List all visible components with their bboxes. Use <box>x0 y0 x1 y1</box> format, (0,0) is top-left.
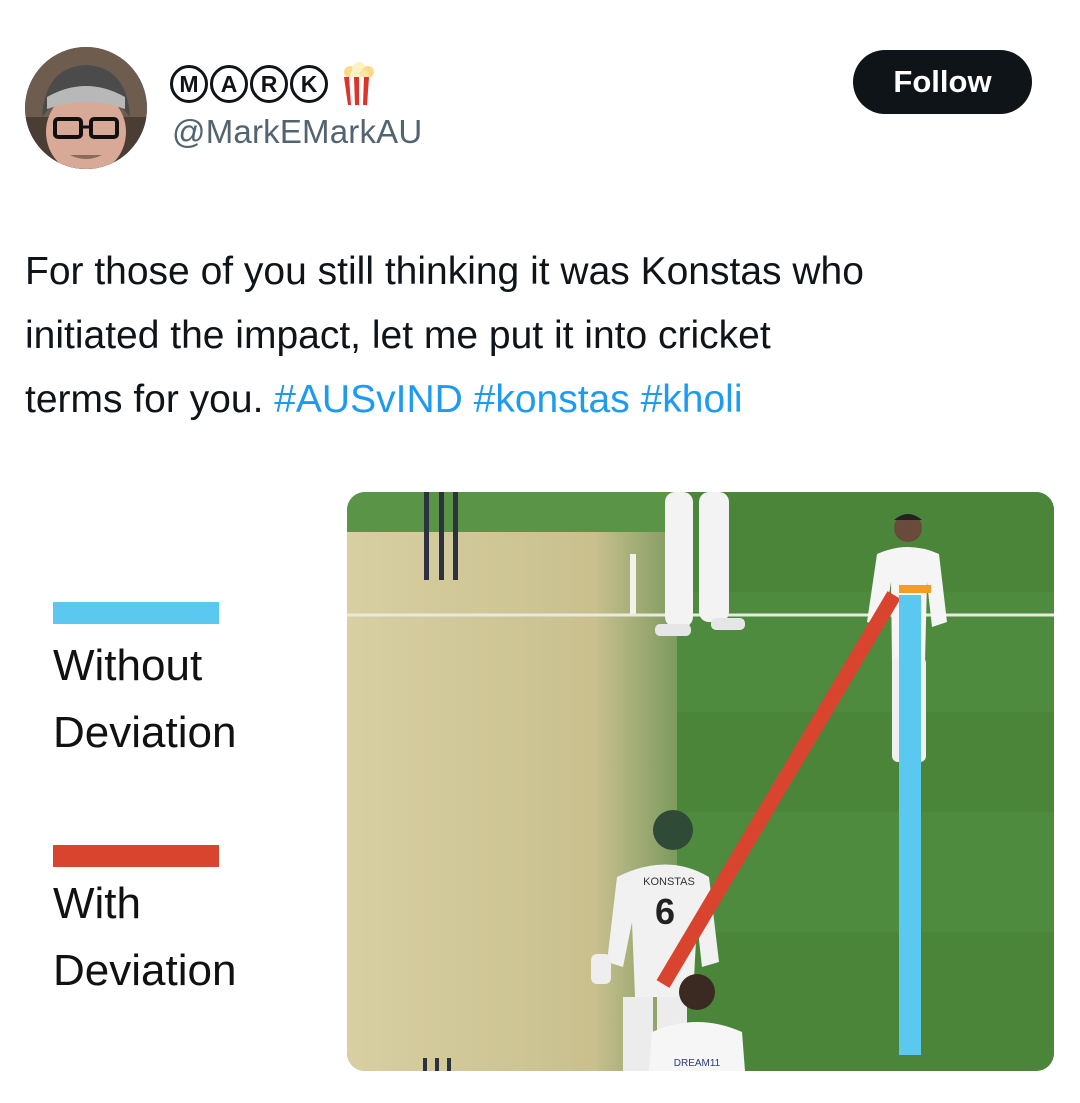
legend-with-label-2: Deviation <box>53 946 237 995</box>
avatar-photo <box>25 47 147 169</box>
name-letter: M <box>170 65 208 103</box>
hashtag-ausvind[interactable]: #AUSvIND <box>274 378 463 421</box>
cricket-field-image: KONSTAS 6 DREAM11 <box>347 492 1054 1071</box>
author-handle[interactable]: @MarkEMarkAU <box>172 113 422 151</box>
author-name-letters: M A R K <box>170 65 328 103</box>
hashtag-konstas[interactable]: #konstas <box>474 378 630 421</box>
sponsor-text: DREAM11 <box>674 1058 721 1069</box>
legend-without-label-1: Without <box>53 641 203 690</box>
player-name-text: KONSTAS <box>643 876 695 888</box>
legend-without-swatch <box>53 602 219 624</box>
author-display-name[interactable]: M A R K <box>170 62 378 106</box>
name-letter: R <box>250 65 288 103</box>
follow-button[interactable]: Follow <box>853 50 1032 114</box>
player-number-text: 6 <box>655 891 675 932</box>
tweet-line: initiated the impact, let me put it into… <box>25 314 771 357</box>
tweet-media-image[interactable]: KONSTAS 6 DREAM11 <box>347 492 1054 1071</box>
popcorn-icon <box>344 62 374 105</box>
without-deviation-line <box>899 595 921 1055</box>
legend-with-label-1: With <box>53 879 141 928</box>
legend-with-swatch <box>53 845 219 867</box>
tweet-line: For those of you still thinking it was K… <box>25 250 864 293</box>
tweet-line-hashtags: terms for you. #AUSvIND #konstas #kholi <box>25 368 1065 432</box>
hashtag-kholi[interactable]: #kholi <box>641 378 743 421</box>
tweet-text: For those of you still thinking it was K… <box>25 240 1065 432</box>
tweet-line: terms for you. <box>25 378 275 421</box>
name-letter: A <box>210 65 248 103</box>
legend-without-label-2: Deviation <box>53 708 237 757</box>
author-avatar[interactable] <box>25 47 147 169</box>
name-letter: K <box>290 65 328 103</box>
